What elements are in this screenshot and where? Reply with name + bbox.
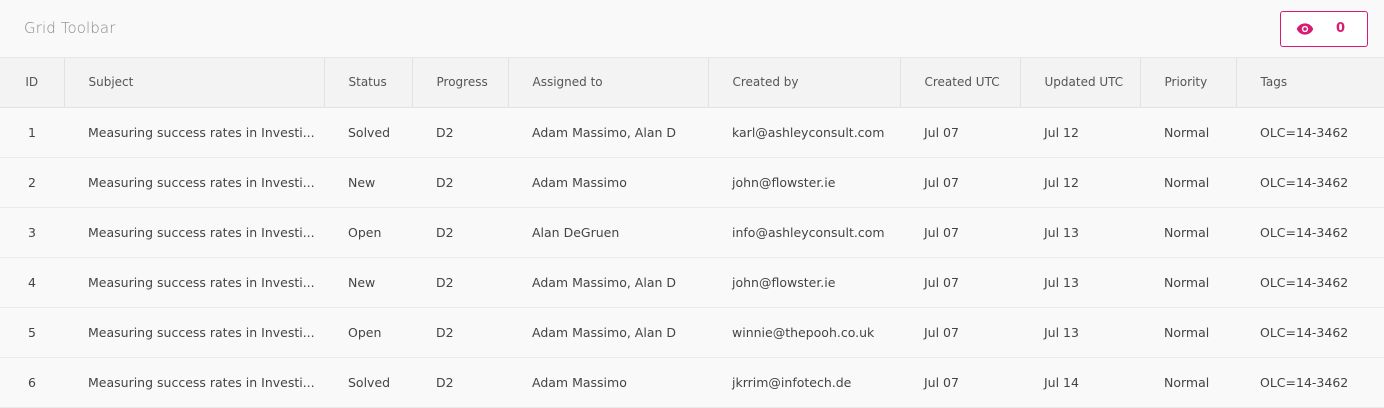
cell-assigned-to: Adam Massimo, Alan D [508,257,708,308]
table-row[interactable]: 4 Measuring success rates in Investi... … [0,257,1384,308]
column-header-tags[interactable]: Tags [1236,58,1384,108]
cell-subject: Measuring success rates in Investi... [64,257,324,308]
eye-icon [1296,23,1314,35]
column-header-progress[interactable]: Progress [412,58,509,108]
cell-progress: D2 [412,107,508,158]
cell-id: 2 [0,157,64,208]
cell-created-by: john@flowster.ie [708,257,900,308]
table-row[interactable]: 6 Measuring success rates in Investi... … [0,357,1384,408]
cell-assigned-to: Alan DeGruen [508,207,708,258]
cell-priority: Normal [1140,207,1236,258]
cell-tags: OLC=14-3462 [1236,207,1384,258]
cell-updated-utc: Jul 13 [1020,257,1140,308]
table-row[interactable]: 2 Measuring success rates in Investi... … [0,157,1384,208]
cell-priority: Normal [1140,307,1236,358]
cell-updated-utc: Jul 13 [1020,307,1140,358]
cell-status: Solved [324,107,412,158]
cell-subject: Measuring success rates in Investi... [64,157,324,208]
column-header-updated-utc[interactable]: Updated UTC [1020,58,1141,108]
cell-subject: Measuring success rates in Investi... [64,357,324,408]
column-header-assigned-to[interactable]: Assigned to [508,58,709,108]
cell-assigned-to: Adam Massimo, Alan D [508,107,708,158]
cell-created-by: jkrrim@infotech.de [708,357,900,408]
cell-created-by: karl@ashleyconsult.com [708,107,900,158]
hidden-column-count: 0 [1336,21,1346,36]
cell-created-utc: Jul 07 [900,107,1020,158]
column-header-priority[interactable]: Priority [1140,58,1237,108]
cell-created-utc: Jul 07 [900,157,1020,208]
cell-status: New [324,257,412,308]
cell-subject: Measuring success rates in Investi... [64,307,324,358]
cell-tags: OLC=14-3462 [1236,307,1384,358]
cell-created-utc: Jul 07 [900,207,1020,258]
cell-assigned-to: Adam Massimo [508,157,708,208]
header-row: ID Subject Status Progress Assigned to C… [0,58,1384,108]
cell-tags: OLC=14-3462 [1236,157,1384,208]
cell-tags: OLC=14-3462 [1236,357,1384,408]
column-header-status[interactable]: Status [324,58,413,108]
toolbar-title: Grid Toolbar [24,19,116,37]
cell-subject: Measuring success rates in Investi... [64,207,324,258]
cell-updated-utc: Jul 12 [1020,107,1140,158]
cell-progress: D2 [412,257,508,308]
column-header-subject[interactable]: Subject [64,58,325,108]
cell-subject: Measuring success rates in Investi... [64,107,324,158]
cell-progress: D2 [412,307,508,358]
cell-progress: D2 [412,357,508,408]
cell-tags: OLC=14-3462 [1236,107,1384,158]
cell-priority: Normal [1140,257,1236,308]
cell-id: 1 [0,107,64,158]
cell-created-utc: Jul 07 [900,357,1020,408]
cell-id: 5 [0,307,64,358]
cell-created-by: winnie@thepooh.co.uk [708,307,900,358]
cell-status: New [324,157,412,208]
cell-status: Solved [324,357,412,408]
cell-priority: Normal [1140,157,1236,208]
cell-id: 4 [0,257,64,308]
column-header-created-by[interactable]: Created by [708,58,901,108]
cell-updated-utc: Jul 14 [1020,357,1140,408]
grid-toolbar: Grid Toolbar 0 [0,0,1384,58]
cell-assigned-to: Adam Massimo [508,357,708,408]
cell-progress: D2 [412,207,508,258]
cell-status: Open [324,207,412,258]
cell-id: 3 [0,207,64,258]
cell-created-utc: Jul 07 [900,257,1020,308]
cell-assigned-to: Adam Massimo, Alan D [508,307,708,358]
table-row[interactable]: 5 Measuring success rates in Investi... … [0,307,1384,358]
data-grid: ID Subject Status Progress Assigned to C… [0,58,1384,408]
cell-status: Open [324,307,412,358]
cell-progress: D2 [412,157,508,208]
cell-id: 6 [0,357,64,408]
cell-priority: Normal [1140,107,1236,158]
column-header-id[interactable]: ID [0,58,65,108]
column-header-created-utc[interactable]: Created UTC [900,58,1021,108]
cell-created-by: info@ashleyconsult.com [708,207,900,258]
table-row[interactable]: 1 Measuring success rates in Investi... … [0,107,1384,158]
cell-created-by: john@flowster.ie [708,157,900,208]
cell-tags: OLC=14-3462 [1236,257,1384,308]
column-visibility-button[interactable]: 0 [1280,11,1368,47]
cell-created-utc: Jul 07 [900,307,1020,358]
cell-priority: Normal [1140,357,1236,408]
table-row[interactable]: 3 Measuring success rates in Investi... … [0,207,1384,258]
cell-updated-utc: Jul 12 [1020,157,1140,208]
cell-updated-utc: Jul 13 [1020,207,1140,258]
